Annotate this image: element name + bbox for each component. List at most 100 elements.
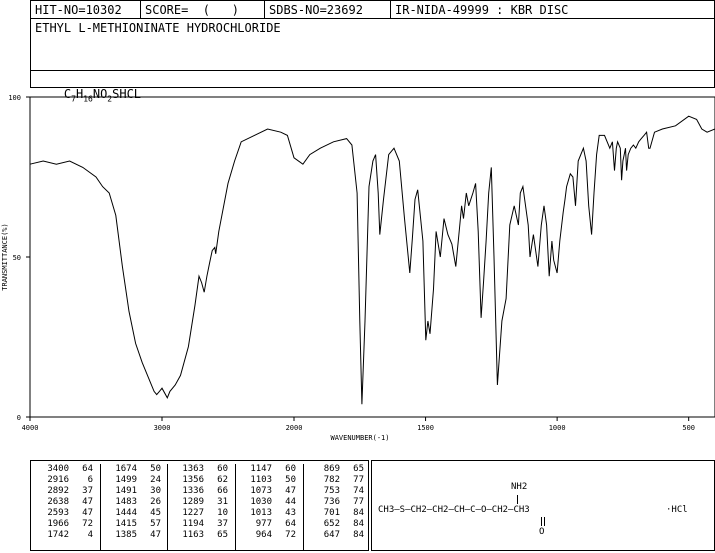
peak-wavenumber: 1674	[115, 464, 137, 474]
peak-transmittance: 47	[82, 508, 93, 518]
amino-bond	[517, 495, 518, 504]
peak-transmittance: 62	[217, 475, 228, 485]
peak-row: 1742 4	[33, 530, 99, 541]
x-tick-label: 2000	[286, 424, 303, 432]
peak-wavenumber: 1163	[182, 530, 204, 540]
peak-row: 2916 6	[33, 475, 99, 486]
peak-row: 1013 43	[236, 508, 302, 519]
x-tick-label: 500	[682, 424, 695, 432]
peak-wavenumber: 736	[323, 497, 340, 507]
peak-row: 1227 10	[168, 508, 234, 519]
peak-row: 1363 60	[168, 464, 234, 475]
spectrum-line	[29, 115, 715, 405]
peak-transmittance: 44	[285, 497, 296, 507]
peak-column: 1363 60 1356 62 1336 66 1289 31 1227 10 1194 37 1163…	[167, 464, 234, 550]
peak-transmittance: 10	[217, 508, 228, 518]
peak-wavenumber: 1483	[115, 497, 137, 507]
peak-row: 1356 62	[168, 475, 234, 486]
peak-row: 1073 47	[236, 486, 302, 497]
peak-transmittance: 66	[217, 486, 228, 496]
peak-wavenumber: 1491	[115, 486, 137, 496]
peak-wavenumber: 977	[255, 519, 272, 529]
peak-transmittance: 64	[82, 464, 93, 474]
peak-column: 1147 60 1103 50 1073 47 1030 44 1013 43 977 64 964 72	[235, 464, 302, 550]
structure-diagram: NH2 CH3—S—CH2—CH2—CH—C—O—CH2—CH3 O ·HCl	[371, 460, 715, 551]
x-tick-label: 3000	[154, 424, 171, 432]
peak-row: 964 72	[236, 530, 302, 541]
peak-wavenumber: 1966	[47, 519, 69, 529]
peak-transmittance: 43	[285, 508, 296, 518]
peak-transmittance: 47	[150, 530, 161, 540]
peak-column: 3400 64 2916 6 2892 37 2638 47 2593 47 1966 72 1742 4	[33, 464, 99, 550]
peak-wavenumber: 1073	[250, 486, 272, 496]
peak-wavenumber: 869	[323, 464, 340, 474]
peak-transmittance: 45	[150, 508, 161, 518]
peak-transmittance: 65	[353, 464, 364, 474]
peak-transmittance: 31	[217, 497, 228, 507]
peak-wavenumber: 2916	[47, 475, 69, 485]
peak-transmittance: 57	[150, 519, 161, 529]
peak-wavenumber: 1385	[115, 530, 137, 540]
peak-transmittance: 24	[150, 475, 161, 485]
peak-wavenumber: 2593	[47, 508, 69, 518]
peak-row: 1483 26	[101, 497, 167, 508]
ir-spectrum-chart: 4000 3000 2000 1500 1000 500 0 50 100 WAVENUMBER…	[1, 94, 715, 442]
peak-wavenumber: 782	[323, 475, 340, 485]
peak-table: 3400 64 2916 6 2892 37 2638 47 2593 47 1966 72 1742 4…	[30, 460, 369, 551]
peak-wavenumber: 1147	[250, 464, 272, 474]
peak-row: 1194 37	[168, 519, 234, 530]
peak-wavenumber: 652	[323, 519, 340, 529]
peak-wavenumber: 1013	[250, 508, 272, 518]
peak-row: 1415 57	[101, 519, 167, 530]
peak-wavenumber: 2892	[47, 486, 69, 496]
peak-transmittance: 60	[217, 464, 228, 474]
carbonyl-bond	[541, 517, 542, 526]
peak-wavenumber: 2638	[47, 497, 69, 507]
peak-row: 1444 45	[101, 508, 167, 519]
peak-transmittance: 77	[353, 475, 364, 485]
y-axis-label: TRANSMITTANCE(%)	[1, 223, 9, 290]
peak-row: 3400 64	[33, 464, 99, 475]
carbonyl-oxygen: O	[539, 527, 545, 537]
peak-row: 1491 30	[101, 486, 167, 497]
peak-row: 1336 66	[168, 486, 234, 497]
peak-transmittance: 77	[353, 497, 364, 507]
x-tick-label: 1500	[417, 424, 434, 432]
peak-wavenumber: 1289	[182, 497, 204, 507]
molecule-chain: CH3—S—CH2—CH2—CH—C—O—CH2—CH3	[378, 505, 530, 515]
peak-transmittance: 72	[82, 519, 93, 529]
peak-wavenumber: 1444	[115, 508, 137, 518]
peak-row: 2638 47	[33, 497, 99, 508]
peak-row: 1030 44	[236, 497, 302, 508]
peak-row: 1385 47	[101, 530, 167, 541]
peak-transmittance: 47	[82, 497, 93, 507]
peak-row: 2892 37	[33, 486, 99, 497]
peak-transmittance: 50	[285, 475, 296, 485]
peak-wavenumber: 701	[323, 508, 340, 518]
peak-transmittance: 84	[353, 508, 364, 518]
peak-wavenumber: 3400	[47, 464, 69, 474]
peak-row: 652 84	[304, 519, 370, 530]
peak-row: 1147 60	[236, 464, 302, 475]
peak-transmittance: 84	[353, 519, 364, 529]
peak-row: 782 77	[304, 475, 370, 486]
salt-label: ·HCl	[666, 505, 688, 515]
peak-row: 753 74	[304, 486, 370, 497]
peak-column: 1674 50 1499 24 1491 30 1483 26 1444 45 1415 57 1385…	[100, 464, 167, 550]
peak-row: 2593 47	[33, 508, 99, 519]
amino-group: NH2	[511, 482, 528, 492]
peak-wavenumber: 1499	[115, 475, 137, 485]
peak-row: 1966 72	[33, 519, 99, 530]
peak-transmittance: 26	[150, 497, 161, 507]
peak-wavenumber: 1356	[182, 475, 204, 485]
peak-transmittance: 50	[150, 464, 161, 474]
peak-wavenumber: 1030	[250, 497, 272, 507]
peak-transmittance: 4	[87, 530, 93, 540]
peak-row: 647 84	[304, 530, 370, 541]
peak-transmittance: 30	[150, 486, 161, 496]
y-tick-label: 50	[13, 254, 21, 262]
peak-row: 701 84	[304, 508, 370, 519]
peak-wavenumber: 1194	[182, 519, 204, 529]
peak-wavenumber: 964	[255, 530, 272, 540]
peak-row: 1289 31	[168, 497, 234, 508]
